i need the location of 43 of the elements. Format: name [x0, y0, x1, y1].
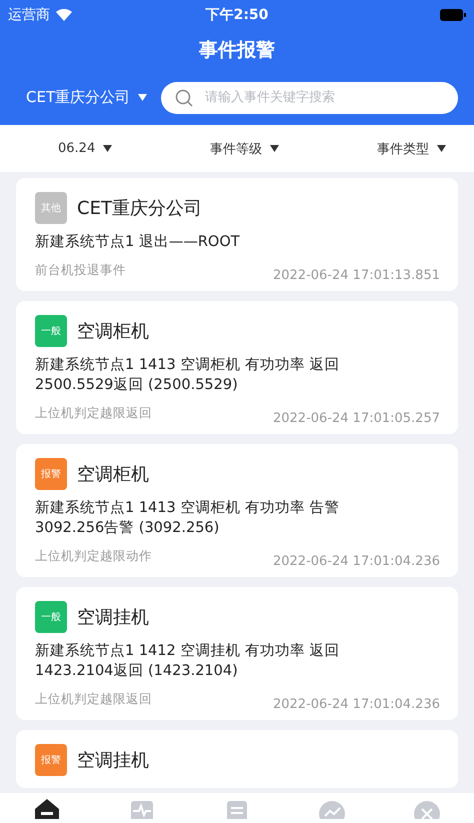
event-title: CET重庆分公司 [77, 197, 202, 220]
level-badge: 一般 [35, 601, 67, 633]
level-badge: 其他 [35, 192, 67, 224]
event-description: 新建系统节点1 1412 空调挂机 有功功率 返回 1423.2104返回 (1423.2104) [35, 642, 341, 681]
caret-icon [103, 145, 112, 152]
event-card[interactable]: 一般 空调柜机 新建系统节点1 1413 空调柜机 有功功率 返回 2500.5529返回 (2500.5529) 上位机判定越限返回 2022-06-24 17:01:05.257 [16, 301, 458, 434]
event-title: 空调柜机 [77, 463, 149, 486]
caret-icon [270, 145, 280, 152]
event-description: 新建系统节点1 退出——ROOT [35, 232, 241, 252]
event-source: 上位机判定越限返回 [35, 405, 152, 422]
level-badge: 报警 [35, 744, 67, 776]
search-field[interactable]: 请输入事件关键字搜索 [161, 82, 458, 114]
event-card[interactable]: 报警 空调柜机 新建系统节点1 1413 空调柜机 有功功率 告警 3092.256告警 (3092.256) 上位机判定越限动作 2022-06-24 17:01:04.236 [16, 444, 458, 577]
filter-dropdown[interactable]: 事件等级 [210, 140, 280, 158]
caret-icon [138, 94, 148, 101]
filter-dropdown[interactable]: 事件类型 [377, 140, 446, 158]
event-description: 新建系统节点1 1413 空调柜机 有功功率 告警 3092.256告警 (3092.256) [35, 498, 341, 538]
event-card[interactable]: 其他 CET重庆分公司 新建系统节点1 退出——ROOT 前台机投退事件 2022-06-24 17:01:13.851 [16, 178, 458, 291]
event-source: 上位机判定越限返回 [35, 691, 152, 708]
event-time: 2022-06-24 17:01:05.257 [272, 411, 440, 426]
wifi-icon [56, 9, 72, 21]
clock-time: 下午2:50 [206, 6, 268, 24]
event-title: 空调挂机 [77, 606, 149, 629]
search-input[interactable]: 请输入事件关键字搜索 [203, 89, 444, 106]
battery-icon [440, 9, 466, 21]
event-title: 空调挂机 [77, 749, 149, 772]
event-time: 2022-06-24 17:01:04.236 [272, 697, 440, 712]
event-time: 2022-06-24 17:01:13.851 [272, 268, 440, 283]
carrier-label: 运营商 [8, 6, 50, 24]
level-badge: 报警 [35, 458, 67, 490]
company-dropdown[interactable]: CET重庆分公司 [26, 88, 148, 107]
caret-icon [437, 145, 446, 152]
filter-dropdown[interactable]: 06.24 [58, 141, 112, 156]
event-time: 2022-06-24 17:01:04.236 [272, 554, 440, 569]
event-source: 前台机投退事件 [35, 262, 126, 279]
event-card[interactable]: 报警 空调挂机 [16, 730, 458, 788]
event-card[interactable]: 一般 空调挂机 新建系统节点1 1412 空调挂机 有功功率 返回 1423.2104返回 (1423.2104) 上位机判定越限返回 2022-06-24 17:01:04.236 [16, 587, 458, 720]
search-icon [175, 88, 194, 106]
event-source: 上位机判定越限动作 [35, 548, 152, 565]
event-title: 空调柜机 [77, 320, 149, 343]
page-title: 事件报警 [198, 38, 276, 63]
event-description: 新建系统节点1 1413 空调柜机 有功功率 返回 2500.5529返回 (2500.5529) [35, 356, 341, 395]
level-badge: 一般 [35, 315, 67, 347]
